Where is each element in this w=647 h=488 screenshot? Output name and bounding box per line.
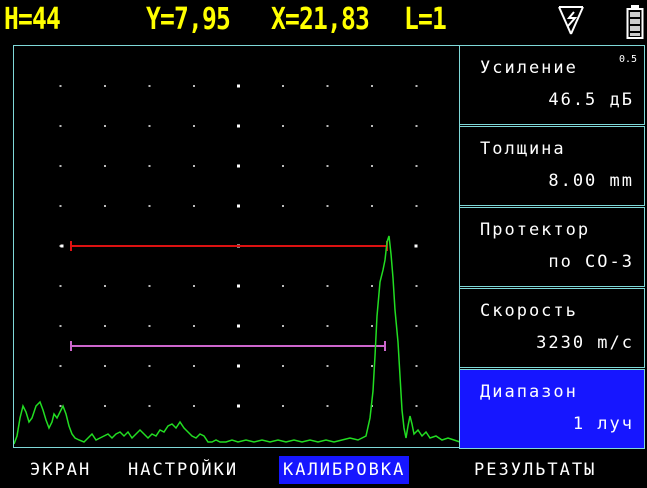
probe-icon [558,6,584,35]
param-value: 8.00 mm [548,171,634,191]
param-value: 3230 m/c [536,333,634,353]
param-item[interactable]: Толщина 8.00 mm [459,126,645,206]
battery-icon [626,5,644,39]
param-value: по CO-3 [548,252,634,272]
x-readout: X=21,83 [271,2,370,37]
menu-tab[interactable]: ЭКРАН [26,456,95,484]
a-scan-display[interactable] [13,45,461,448]
h-readout: H=44 [4,2,61,37]
parameter-panel: Усиление 46.5 дБ 0.5 Толщина 8.00 mm Протекто… [459,45,647,449]
param-label: Усиление [480,58,578,78]
param-item[interactable]: Скорость 3230 m/c [459,288,645,368]
status-bar: H=44 Y=7,95 X=21,83 L=1 [0,0,647,44]
menu-tab[interactable]: НАСТРОЙКИ [124,456,242,484]
param-value: 1 луч [572,414,634,434]
y-readout: Y=7,95 [146,2,231,37]
param-label: Скорость [480,301,578,321]
l-readout: L=1 [404,2,447,37]
param-label: Протектор [480,220,591,240]
param-label: Толщина [480,139,566,159]
param-item[interactable]: Диапазон 1 луч [459,369,645,449]
bottom-menu: ЭКРАН НАСТРОЙКИ КАЛИБРОВКА РЕЗУЛЬТАТЫ [0,452,647,488]
signal-trace [14,235,461,445]
param-value: 46.5 дБ [548,90,634,110]
a-scan-plot [14,84,461,445]
menu-tab[interactable]: КАЛИБРОВКА [279,456,410,484]
menu-tab[interactable]: РЕЗУЛЬТАТЫ [470,456,600,484]
param-item[interactable]: Протектор по CO-3 [459,207,645,287]
param-item[interactable]: Усиление 46.5 дБ 0.5 [459,45,645,125]
gain-step-badge: 0.5 [618,54,637,65]
param-label: Диапазон [480,382,578,402]
